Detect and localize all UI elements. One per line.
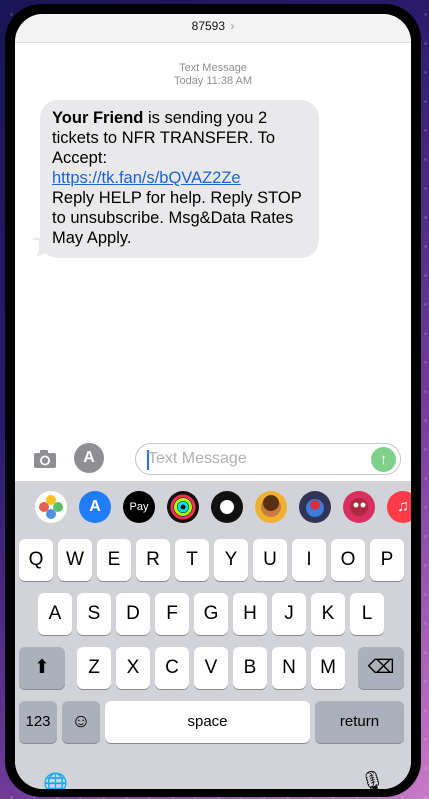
imessage-app-strip: A Pay ♫ [15,481,411,533]
key-b[interactable]: B [233,647,267,689]
fitness-icon[interactable] [167,491,199,523]
app-store-icon[interactable]: A [79,491,111,523]
key-o[interactable]: O [331,539,365,581]
memoji-icon[interactable] [255,491,287,523]
message-meta: Text Message Today 11:38 AM [15,62,411,88]
sender-name: Your Friend [52,109,144,127]
animoji-icon[interactable] [299,491,331,523]
conversation-header: 87593 › [15,14,411,43]
key-x[interactable]: X [116,647,150,689]
camera-icon[interactable] [33,447,57,471]
key-k[interactable]: K [311,593,345,635]
key-w[interactable]: W [58,539,92,581]
key-f[interactable]: F [155,593,189,635]
message-footer-text: Reply HELP for help. Reply STOP to unsub… [52,189,302,247]
shift-key[interactable]: ⬆ [19,647,65,689]
backspace-key[interactable]: ⌫ [358,647,404,689]
key-n[interactable]: N [272,647,306,689]
message-timestamp: Today 11:38 AM [173,75,253,87]
key-j[interactable]: J [272,593,306,635]
key-h[interactable]: H [233,593,267,635]
photos-app-icon[interactable] [35,491,67,523]
key-g[interactable]: G [194,593,228,635]
key-l[interactable]: L [350,593,384,635]
emoji-key[interactable]: ☺ [62,701,100,743]
contact-name[interactable]: 87593 › [15,19,411,33]
key-c[interactable]: C [155,647,189,689]
compose-bar: A Text Message ↑ [15,439,411,481]
message-type: Text Message [179,62,247,74]
key-d[interactable]: D [116,593,150,635]
key-a[interactable]: A [38,593,72,635]
key-u[interactable]: U [253,539,287,581]
sticker-icon[interactable] [343,491,375,523]
backspace-icon: ⌫ [367,657,395,678]
return-key[interactable]: return [315,701,404,743]
incoming-message-bubble[interactable]: Your Friend is sending you 2 tickets to … [40,100,319,258]
key-p[interactable]: P [370,539,404,581]
phone-frame: 87593 › Text Message Today 11:38 AM Your… [5,4,421,797]
message-input[interactable]: Text Message ↑ [135,443,401,475]
key-z[interactable]: Z [77,647,111,689]
music-icon[interactable]: ♫ [387,491,411,523]
chevron-right-icon[interactable]: › [230,19,234,33]
emoji-icon: ☺ [71,711,91,732]
app-store-icon: A [83,449,95,466]
contact-number[interactable]: 87593 [192,19,225,33]
message-placeholder: Text Message [148,450,247,467]
space-key[interactable]: space [105,701,310,743]
key-i[interactable]: I [292,539,326,581]
message-link[interactable]: https://tk.fan/s/bQVAZ2Ze [52,169,241,187]
microphone-icon[interactable]: 🎙 [360,769,385,789]
key-s[interactable]: S [77,593,111,635]
key-t[interactable]: T [175,539,209,581]
record-icon[interactable] [211,491,243,523]
app-store-button[interactable]: A [74,443,104,473]
bubble-tail-mask [25,240,39,260]
numbers-key[interactable]: 123 [19,701,57,743]
shift-icon: ⬆ [34,657,50,678]
messages-screen: 87593 › Text Message Today 11:38 AM Your… [15,14,411,789]
send-button[interactable]: ↑ [371,447,396,472]
key-r[interactable]: R [136,539,170,581]
key-m[interactable]: M [311,647,345,689]
apple-pay-label: Pay [129,501,149,513]
arrow-up-icon: ↑ [379,451,388,468]
key-q[interactable]: Q [19,539,53,581]
globe-icon[interactable]: 🌐 [43,771,68,789]
key-v[interactable]: V [194,647,228,689]
key-y[interactable]: Y [214,539,248,581]
keyboard: A Pay ♫ Q W E R T Y U I O P A S D F G H … [15,481,411,789]
key-e[interactable]: E [97,539,131,581]
apple-pay-icon[interactable]: Pay [123,491,155,523]
